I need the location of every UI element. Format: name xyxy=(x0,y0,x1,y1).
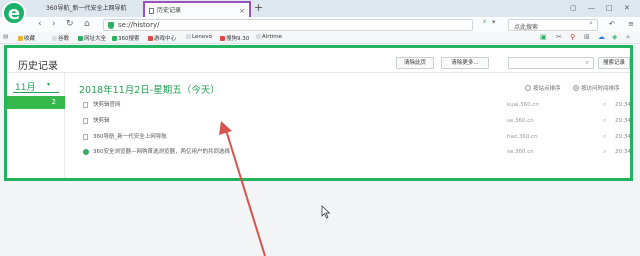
history-row[interactable]: 360导航_新一代安全上网导航 hao.360.cn ⌕ 20:34 xyxy=(79,131,631,143)
site-icon xyxy=(78,36,83,41)
search-icon[interactable]: ⌕ xyxy=(603,146,606,158)
browser-logo-icon[interactable]: e xyxy=(2,1,26,25)
page-icon xyxy=(256,34,261,39)
search-icon: ⌕ xyxy=(585,59,589,66)
history-title[interactable]: 360安全浏览器—网购首选浏览器，两亿用户的共同选择 xyxy=(93,146,230,158)
browser-icon xyxy=(83,149,89,155)
search-tool-icon[interactable]: ⚲ xyxy=(570,33,575,41)
search-icon[interactable]: ⌕ xyxy=(589,19,593,28)
history-row[interactable]: 快剪辑 se.360.cn ⌕ 20:34 xyxy=(79,115,631,127)
history-domain: hao.360.cn xyxy=(507,134,538,140)
minimize-window-icon[interactable]: — xyxy=(588,1,595,15)
divider xyxy=(13,92,59,93)
history-row[interactable]: 快剪辑官网 kuai.360.cn ⌕ 20:34 xyxy=(79,99,631,111)
search-icon[interactable]: ⌕ xyxy=(603,131,606,143)
bookmark-url-directory[interactable]: 网址大全 xyxy=(78,34,106,42)
history-row[interactable]: 360安全浏览器—网购首选浏览器，两亿用户的共同选择 se.360.cn ⌕ 2… xyxy=(79,146,631,158)
reload-icon[interactable]: ↻ xyxy=(66,19,74,30)
sort-by-time-radio[interactable]: 按访问时间排序 xyxy=(573,84,620,92)
clear-page-button[interactable]: 清除此页 xyxy=(396,57,434,69)
bookmark-game-center[interactable]: 游戏中心 xyxy=(148,34,176,42)
star-icon xyxy=(18,36,23,41)
undo-icon[interactable]: ↶ xyxy=(609,20,615,28)
tab-strip: e 360导航_新一代安全上网导航 历史记录 × + ▢ — □ ✕ xyxy=(0,0,640,25)
bookmark-sogou[interactable]: 搜狗9.30 xyxy=(220,34,249,42)
new-tab-button[interactable]: + xyxy=(254,1,263,15)
search-input[interactable]: 点此搜索 xyxy=(508,19,598,31)
page-icon xyxy=(83,118,88,124)
minimize-icon[interactable]: ▢ xyxy=(570,1,577,15)
history-title[interactable]: 快剪辑官网 xyxy=(93,99,121,111)
chevron-down-icon[interactable]: ▾ xyxy=(492,18,496,26)
search-placeholder: 点此搜索 xyxy=(514,24,539,31)
site-icon xyxy=(112,36,117,41)
history-domain: kuai.360.cn xyxy=(507,102,539,108)
shield-icon xyxy=(108,22,114,29)
divider xyxy=(7,72,630,73)
translate-icon[interactable]: ◈ xyxy=(612,33,617,41)
page-title: 历史记录 xyxy=(18,61,58,72)
extension-icon[interactable]: ▣ xyxy=(540,33,547,41)
maximize-icon[interactable]: □ xyxy=(606,1,613,15)
sidebar-item-day[interactable]: 2 xyxy=(7,96,65,109)
bookmark-lenovo[interactable]: Lenovo xyxy=(186,34,212,40)
tab-label: 360导航_新一代安全上网导航 xyxy=(46,5,127,12)
forward-icon[interactable]: › xyxy=(52,19,56,30)
close-window-icon[interactable]: ✕ xyxy=(624,1,630,15)
address-bar[interactable]: se://history/ xyxy=(103,19,473,31)
site-icon xyxy=(148,36,153,41)
search-icon[interactable]: ⌕ xyxy=(603,99,606,111)
history-title[interactable]: 360导航_新一代安全上网导航 xyxy=(93,131,167,143)
page-icon xyxy=(83,102,88,108)
radio-selected-icon xyxy=(573,85,579,91)
page-content: 历史记录 清除此页 清除更多... ⌕ 搜索记录 11月 ▾ 2 2018年11… xyxy=(0,44,640,256)
bookmarks-bar: ▤ 收藏 谷歌 网址大全 360搜索 游戏中心 Lenovo 搜狗9.30 Ai… xyxy=(0,32,640,44)
page-icon xyxy=(149,8,154,14)
radio-icon xyxy=(525,85,531,91)
bookmark-airtime[interactable]: Airtime xyxy=(256,34,282,40)
toolbar-toggle-icon[interactable]: ▤ xyxy=(3,34,8,40)
search-records-button[interactable]: 搜索记录 xyxy=(598,57,630,69)
tab-label: 历史记录 xyxy=(157,7,182,14)
tab-360-nav[interactable]: 360导航_新一代安全上网导航 xyxy=(34,1,142,17)
menu-icon[interactable]: ≡ xyxy=(628,20,634,28)
history-time: 20:34 xyxy=(615,102,631,108)
address-text: se://history/ xyxy=(118,21,160,29)
history-time: 20:34 xyxy=(615,118,631,124)
grid-icon[interactable]: ⊞ xyxy=(584,33,590,41)
search-icon[interactable]: ⌕ xyxy=(603,115,606,127)
bookmark-google[interactable]: 谷歌 xyxy=(52,34,69,42)
page-icon xyxy=(186,34,191,39)
page-icon xyxy=(83,134,88,140)
history-panel: 历史记录 清除此页 清除更多... ⌕ 搜索记录 11月 ▾ 2 2018年11… xyxy=(4,45,633,181)
history-title[interactable]: 快剪辑 xyxy=(93,115,110,127)
site-icon xyxy=(220,36,225,41)
more-icon[interactable]: » xyxy=(626,33,630,41)
back-icon[interactable]: ‹ xyxy=(38,19,42,30)
bookmark-favorites[interactable]: 收藏 xyxy=(18,34,35,42)
history-domain: se.360.cn xyxy=(507,118,534,124)
tab-history[interactable]: 历史记录 × xyxy=(143,1,251,17)
date-heading: 2018年11月2日-星期五（今天） xyxy=(79,85,220,96)
bookmark-360-search[interactable]: 360搜索 xyxy=(112,34,140,42)
history-domain: se.360.cn xyxy=(507,149,534,155)
navigation-bar: ‹ › ↻ ⌂ se://history/ ⚡ ▾ 点此搜索 ⌕ ↶ ≡ xyxy=(0,17,640,32)
home-icon[interactable]: ⌂ xyxy=(84,19,90,30)
cut-icon[interactable]: ✂ xyxy=(556,33,562,41)
history-time: 20:34 xyxy=(615,134,631,140)
date-sidebar: 11月 ▾ 2 xyxy=(7,73,65,178)
chevron-down-icon[interactable]: ▾ xyxy=(47,81,50,88)
history-search-input[interactable]: ⌕ xyxy=(508,57,594,69)
speed-mode-icon[interactable]: ⚡ xyxy=(482,18,487,26)
cloud-icon[interactable]: ☁ xyxy=(598,33,605,41)
page-icon xyxy=(52,36,57,41)
sort-by-site-radio[interactable]: 按站点排序 xyxy=(525,84,561,92)
clear-more-button[interactable]: 清除更多... xyxy=(441,57,489,69)
history-time: 20:34 xyxy=(615,149,631,155)
